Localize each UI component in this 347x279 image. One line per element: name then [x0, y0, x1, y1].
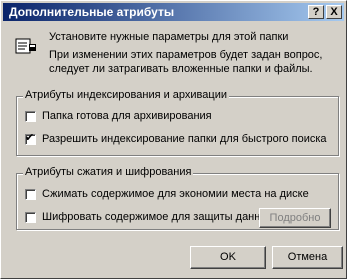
archive-ready-checkbox[interactable]	[25, 110, 36, 122]
cancel-button[interactable]: Отмена	[272, 246, 343, 269]
indexing-archiving-group: Атрибуты индексирования и архивации Папк…	[16, 89, 339, 156]
close-button[interactable]: X	[326, 5, 342, 19]
description-line-3: следует ли затрагивать вложенные папки и…	[49, 63, 313, 75]
description-line-1: Установите нужные параметры для этой пап…	[49, 31, 289, 43]
details-button[interactable]: Подробно	[259, 208, 331, 228]
title-bar[interactable]: Дополнительные атрибуты ? X	[3, 3, 344, 21]
advanced-attributes-dialog: Дополнительные атрибуты ? X Установите н…	[0, 0, 347, 279]
compress-checkbox[interactable]	[25, 188, 36, 200]
checkmark-icon: ✔	[25, 131, 35, 144]
encrypt-label: Шифровать содержимое для защиты данных	[42, 211, 274, 224]
archive-ready-label: Папка готова для архивирования	[42, 110, 212, 123]
ok-button[interactable]: OK	[190, 246, 266, 269]
help-button[interactable]: ?	[308, 5, 324, 19]
dialog-description: Установите нужные параметры для этой пап…	[49, 30, 339, 76]
dialog-title: Дополнительные атрибуты	[9, 5, 175, 19]
allow-indexing-option[interactable]: ✔ Разрешить индексирование папки для быст…	[25, 131, 327, 146]
encrypt-option[interactable]: Шифровать содержимое для защиты данных	[25, 211, 274, 224]
description-line-2: При изменении этих параметров будет зада…	[49, 49, 323, 61]
compress-label: Сжимать содержимое для экономии места на…	[42, 188, 309, 201]
archive-ready-option[interactable]: Папка готова для архивирования	[25, 110, 212, 123]
compression-group-legend: Атрибуты сжатия и шифрования	[23, 166, 194, 178]
indexing-group-legend: Атрибуты индексирования и архивации	[23, 89, 229, 101]
encrypt-checkbox[interactable]	[25, 211, 36, 223]
folder-properties-icon	[15, 38, 36, 54]
allow-indexing-checkbox[interactable]: ✔	[25, 131, 36, 145]
allow-indexing-label: Разрешить индексирование папки для быстр…	[42, 133, 327, 146]
compress-option[interactable]: Сжимать содержимое для экономии места на…	[25, 188, 309, 201]
